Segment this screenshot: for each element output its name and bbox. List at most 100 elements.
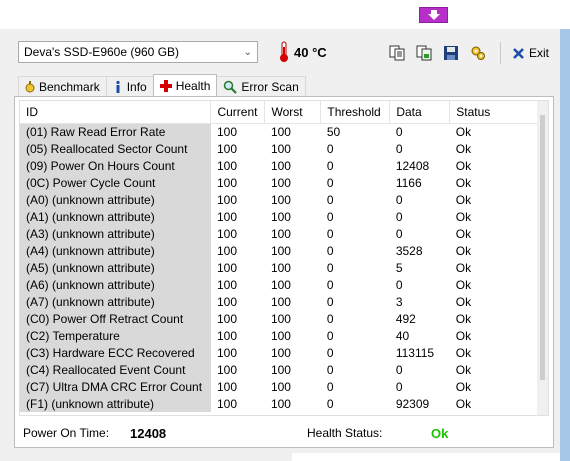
title-bar	[0, 0, 570, 29]
cell-threshold: 0	[326, 379, 334, 394]
column-header-threshold[interactable]: Threshold	[320, 101, 391, 124]
chevron-down-icon: ⌄	[243, 46, 252, 58]
cell-data: 5	[395, 260, 403, 275]
cell-data: 0	[395, 141, 403, 156]
cell-current: 100	[216, 396, 237, 411]
options-gears-icon	[471, 46, 485, 60]
cell-status: Ok	[455, 277, 472, 292]
column-header-id[interactable]: ID	[20, 101, 212, 124]
table-row[interactable]: (C7) Ultra DMA CRC Error Count 100 100 0 0 Ok	[20, 378, 539, 395]
cell-data: 492	[395, 311, 416, 326]
column-header-current[interactable]: Current	[210, 101, 266, 124]
smart-attributes-table[interactable]: ID Current Worst Threshold Data Status (…	[19, 100, 549, 416]
cell-threshold: 0	[326, 277, 334, 292]
cell-id: (05) Reallocated Sector Count	[20, 140, 211, 157]
table-row[interactable]: (0C) Power Cycle Count 100 100 0 1166 Ok	[20, 174, 539, 191]
table-row[interactable]: (C2) Temperature 100 100 0 40 Ok	[20, 327, 539, 344]
cell-id: (A4) (unknown attribute)	[20, 242, 211, 259]
desktop-background	[560, 29, 570, 461]
cell-status: Ok	[455, 243, 472, 258]
cell-current: 100	[216, 141, 237, 156]
cell-data: 0	[395, 209, 403, 224]
table-row[interactable]: (A6) (unknown attribute) 100 100 0 0 Ok	[20, 276, 539, 293]
cell-worst: 100	[270, 175, 291, 190]
cell-id: (C3) Hardware ECC Recovered	[20, 344, 211, 361]
tab-benchmark[interactable]: Benchmark	[18, 76, 107, 96]
table-row[interactable]: (09) Power On Hours Count 100 100 0 12408 Ok	[20, 157, 539, 174]
cell-worst: 100	[270, 294, 291, 309]
cell-id: (0C) Power Cycle Count	[20, 174, 211, 191]
cell-data: 1166	[395, 175, 422, 190]
cell-worst: 100	[270, 141, 291, 156]
scrollbar-thumb[interactable]	[540, 115, 545, 380]
table-row[interactable]: (A1) (unknown attribute) 100 100 0 0 Ok	[20, 208, 539, 225]
cell-status: Ok	[455, 158, 472, 173]
table-row[interactable]: (C0) Power Off Retract Count 100 100 0 492 Ok	[20, 310, 539, 327]
tab-label: Error Scan	[241, 79, 299, 94]
cell-status: Ok	[455, 311, 472, 326]
table-row[interactable]: (F1) (unknown attribute) 100 100 0 92309 Ok	[20, 395, 539, 412]
tab-label: Benchmark	[39, 79, 100, 94]
cell-current: 100	[216, 362, 237, 377]
cell-threshold: 0	[326, 311, 334, 326]
cell-data: 0	[395, 124, 403, 139]
cell-current: 100	[216, 379, 237, 394]
cell-status: Ok	[455, 328, 472, 343]
cell-worst: 100	[270, 396, 291, 411]
temperature-display: 40 °C	[278, 40, 327, 64]
drive-select-value: Deva's SSD-E960e (960 GB)	[24, 45, 180, 59]
cell-status: Ok	[455, 175, 472, 190]
column-header-data[interactable]: Data	[389, 101, 451, 124]
save-button[interactable]	[440, 42, 462, 64]
tab-label: Health	[175, 78, 211, 93]
cell-worst: 100	[270, 260, 291, 275]
table-header-row: ID Current Worst Threshold Data Status	[20, 101, 539, 124]
cell-id: (A6) (unknown attribute)	[20, 276, 211, 293]
cell-data: 12408	[395, 158, 430, 173]
table-row[interactable]: (C4) Reallocated Event Count 100 100 0 0 Ok	[20, 361, 539, 378]
cell-worst: 100	[270, 192, 291, 207]
cell-status: Ok	[455, 260, 472, 275]
table-row[interactable]: (A3) (unknown attribute) 100 100 0 0 Ok	[20, 225, 539, 242]
vertical-scrollbar[interactable]	[537, 101, 548, 415]
tab-label: Info	[126, 79, 147, 94]
cell-current: 100	[216, 192, 237, 207]
tab-health[interactable]: Health	[152, 74, 218, 96]
cell-id: (A0) (unknown attribute)	[20, 191, 211, 208]
cell-status: Ok	[455, 226, 472, 241]
cell-worst: 100	[270, 209, 291, 224]
cell-id: (F1) (unknown attribute)	[20, 395, 211, 412]
drive-select[interactable]: Deva's SSD-E960e (960 GB) ⌄	[18, 41, 258, 63]
table-row[interactable]: (A7) (unknown attribute) 100 100 0 3 Ok	[20, 293, 539, 310]
cell-threshold: 0	[326, 362, 334, 377]
cell-data: 0	[395, 277, 403, 292]
table-row[interactable]: (A4) (unknown attribute) 100 100 0 3528 Ok	[20, 242, 539, 259]
cell-status: Ok	[455, 192, 472, 207]
cell-threshold: 0	[326, 226, 334, 241]
copy-screenshot-button[interactable]	[413, 42, 435, 64]
download-tab-button[interactable]	[419, 7, 448, 23]
copy-image-icon	[416, 45, 432, 61]
copy-text-button[interactable]	[386, 42, 408, 64]
cell-worst: 100	[270, 311, 291, 326]
cell-threshold: 0	[326, 175, 334, 190]
table-row[interactable]: (A5) (unknown attribute) 100 100 0 5 Ok	[20, 259, 539, 276]
table-row[interactable]: (05) Reallocated Sector Count 100 100 0 0 Ok	[20, 140, 539, 157]
cell-data: 0	[395, 226, 403, 241]
table-row[interactable]: (C3) Hardware ECC Recovered 100 100 0 113115…	[20, 344, 539, 361]
column-header-worst[interactable]: Worst	[264, 101, 322, 124]
toolbar: Exit	[386, 42, 549, 64]
column-header-status[interactable]: Status	[449, 101, 539, 124]
copy-text-icon	[389, 45, 405, 61]
cell-data: 0	[395, 192, 403, 207]
table-row[interactable]: (01) Raw Read Error Rate 100 100 50 0 Ok	[20, 123, 539, 140]
options-button[interactable]	[467, 42, 489, 64]
exit-button[interactable]: Exit	[512, 46, 549, 60]
cell-data: 0	[395, 362, 403, 377]
table-row[interactable]: (A0) (unknown attribute) 100 100 0 0 Ok	[20, 191, 539, 208]
cell-status: Ok	[455, 345, 472, 360]
cell-current: 100	[216, 243, 237, 258]
tab-error-scan[interactable]: Error Scan	[216, 76, 306, 96]
health-panel: ID Current Worst Threshold Data Status (…	[14, 96, 554, 448]
tab-info[interactable]: Info	[105, 76, 154, 96]
